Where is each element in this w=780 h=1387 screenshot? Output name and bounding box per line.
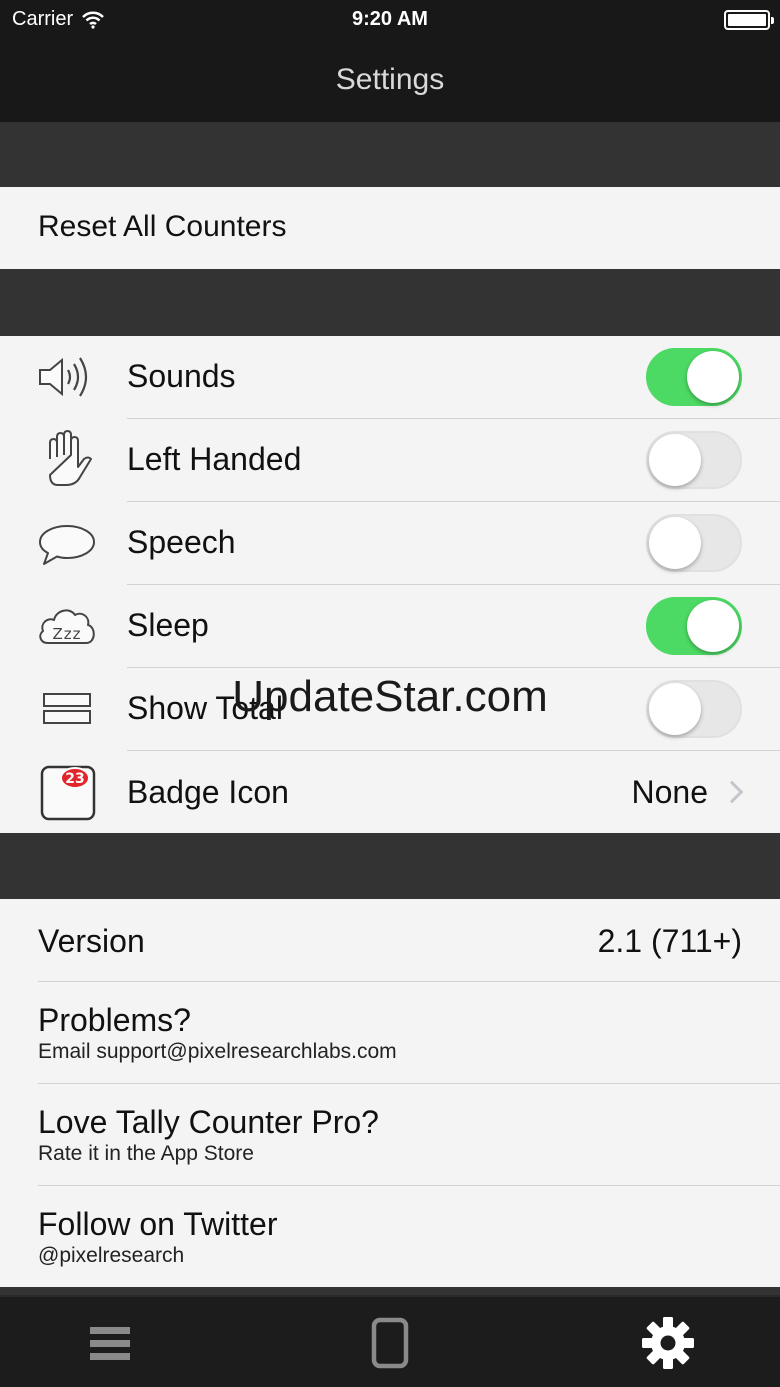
setting-row-speech: Speech	[0, 502, 780, 585]
twitter-subtitle: @pixelresearch	[38, 1244, 185, 1267]
phone-icon[interactable]	[358, 1311, 422, 1375]
toggle-knob	[649, 517, 701, 569]
follow-twitter-row[interactable]: Follow on Twitter @pixelresearch	[0, 1186, 780, 1287]
sleep-cloud-icon: Zzz	[39, 609, 95, 644]
section-gap	[0, 269, 780, 336]
svg-text:Zzz: Zzz	[52, 625, 81, 643]
problems-title: Problems?	[38, 1002, 191, 1038]
rate-subtitle: Rate it in the App Store	[38, 1142, 254, 1165]
info-group: Version 2.1 (711+) Problems? Email suppo…	[0, 899, 780, 1287]
reset-all-counters-label: Reset All Counters	[38, 210, 287, 243]
setting-label-left-handed: Left Handed	[127, 441, 302, 477]
badge-number: 23	[65, 771, 84, 787]
rate-app-row[interactable]: Love Tally Counter Pro? Rate it in the A…	[0, 1084, 780, 1185]
tab-bar	[0, 1295, 780, 1387]
section-gap	[0, 833, 780, 899]
chevron-right-icon	[720, 780, 744, 804]
list-icon[interactable]	[78, 1311, 142, 1375]
setting-label-sleep: Sleep	[127, 607, 209, 643]
left-handed-toggle[interactable]	[646, 431, 742, 489]
battery-icon	[724, 10, 774, 30]
speech-toggle[interactable]	[646, 514, 742, 572]
settings-group: Sounds Left Handed Speech Zzz Sleep Show…	[0, 336, 780, 833]
twitter-title: Follow on Twitter	[38, 1206, 278, 1242]
speech-bubble-icon	[39, 525, 95, 565]
setting-label-badge-icon: Badge Icon	[127, 774, 289, 810]
speaker-icon	[39, 357, 88, 397]
version-label: Version	[38, 923, 145, 959]
setting-label-sounds: Sounds	[127, 358, 236, 394]
hand-icon	[49, 430, 92, 486]
rate-title: Love Tally Counter Pro?	[38, 1104, 379, 1140]
version-row: Version 2.1 (711+)	[0, 899, 780, 982]
nav-bar: Settings	[0, 40, 780, 122]
status-time: 9:20 AM	[352, 8, 428, 30]
setting-row-badge-icon[interactable]: 23 Badge Icon None	[0, 751, 780, 833]
toggle-knob	[687, 600, 739, 652]
toggle-knob	[687, 351, 739, 403]
gear-icon[interactable]	[636, 1311, 700, 1375]
sleep-toggle[interactable]	[646, 597, 742, 655]
version-value: 2.1 (711+)	[597, 923, 742, 959]
setting-row-sounds: Sounds	[0, 336, 780, 419]
watermark: UpdateStar.com	[232, 672, 548, 721]
badge-calendar-icon: 23	[40, 765, 96, 821]
setting-label-speech: Speech	[127, 524, 236, 560]
status-bar: Carrier 9:20 AM	[0, 0, 780, 40]
setting-row-left-handed: Left Handed	[0, 419, 780, 502]
badge-icon-value: None	[631, 774, 709, 810]
problems-row[interactable]: Problems? Email support@pixelresearchlab…	[0, 982, 780, 1083]
setting-row-sleep: Zzz Sleep	[0, 585, 780, 668]
page-title: Settings	[335, 63, 445, 96]
sounds-toggle[interactable]	[646, 348, 742, 406]
problems-subtitle: Email support@pixelresearchlabs.com	[38, 1040, 397, 1063]
toggle-knob	[649, 434, 701, 486]
section-gap	[0, 122, 780, 187]
reset-all-counters-row[interactable]: Reset All Counters	[0, 187, 780, 269]
